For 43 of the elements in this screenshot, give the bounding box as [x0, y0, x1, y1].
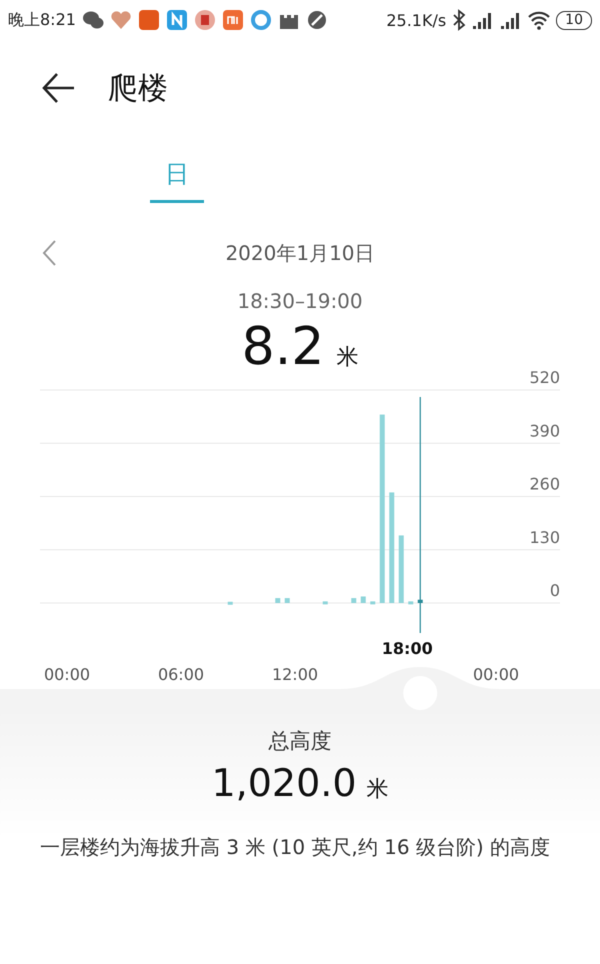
chart-bar: [228, 602, 233, 605]
date-label: 2020年1月10日: [224, 240, 376, 266]
heart-icon: [110, 9, 132, 31]
total-label: 总高度: [268, 728, 332, 755]
chart-bar: [360, 596, 366, 603]
chat-bubbles-icon: [82, 9, 104, 31]
axis-label: 390: [529, 421, 560, 440]
chart-bar: [275, 598, 280, 603]
reading-value: 8.2: [242, 317, 324, 377]
app-icon: [194, 9, 216, 31]
blocked-icon: [306, 9, 328, 31]
axis-label: 00:00: [472, 665, 520, 684]
chart-bar: [370, 601, 376, 604]
axis-label: 520: [529, 371, 560, 387]
chart-bar: [351, 598, 356, 603]
total-unit: 米: [366, 776, 389, 804]
bluetooth-icon: [452, 9, 466, 31]
axis-label: 130: [529, 528, 560, 547]
chart-bar: [398, 535, 404, 603]
app-icon: [138, 9, 160, 31]
explanation-text: 一层楼约为海拔升高 3 米 (10 英尺,约 16 级台阶) 的高度: [40, 834, 552, 861]
network-speed: 25.1K/s: [386, 10, 446, 30]
axis-label: 0: [550, 581, 560, 600]
app-icon: [250, 9, 272, 31]
app-icon: [222, 9, 244, 31]
wifi-icon: [528, 9, 550, 31]
status-time: 晚上8:21: [8, 10, 76, 30]
battery-level: 10: [556, 10, 592, 30]
axis-label: 06:00: [158, 665, 204, 684]
time-range: 18:30–19:00: [236, 289, 364, 313]
chart-bar: [408, 601, 414, 604]
axis-label: 260: [529, 474, 560, 494]
total-value: 1,020.0: [211, 761, 357, 805]
cursor-time: 18:00: [382, 639, 433, 658]
axis-label: 12:00: [272, 665, 318, 684]
reading-unit: 米: [336, 344, 358, 372]
period-tab[interactable]: 日: [150, 152, 204, 203]
axis-label: 00:00: [44, 665, 90, 684]
chart-bar: [322, 601, 328, 604]
app-icon: [166, 9, 188, 31]
page-title: 爬楼: [108, 70, 168, 108]
chart-bar: [418, 600, 423, 603]
chart-bar: [284, 598, 290, 603]
